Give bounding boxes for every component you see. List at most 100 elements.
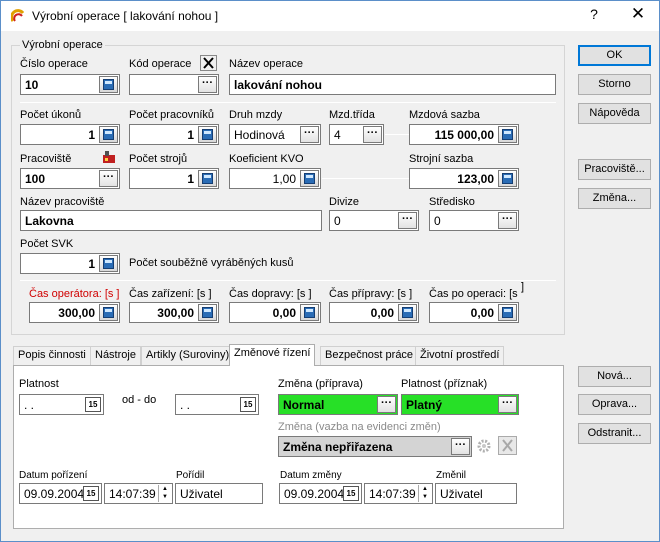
browse-dots-icon[interactable]: ···	[398, 212, 417, 229]
mzdova-sazba-field[interactable]: 115 000,00	[409, 124, 519, 145]
separator	[20, 102, 556, 103]
platnost-to-field[interactable]: . . 15	[175, 394, 259, 415]
workplace-icon[interactable]	[102, 150, 117, 164]
calendar-icon[interactable]: 15	[83, 486, 99, 501]
divize-value: 0	[334, 214, 341, 228]
poridil-field[interactable]: Uživatel	[175, 483, 263, 504]
pocet-pracovniku-field[interactable]: 1	[129, 124, 219, 145]
pocet-pracovniku-value: 1	[187, 128, 194, 142]
ok-button[interactable]: OK	[578, 45, 651, 66]
calculator-icon[interactable]	[99, 76, 118, 93]
calculator-icon[interactable]	[99, 126, 118, 143]
calculator-icon[interactable]	[300, 170, 319, 187]
platnost-from-field[interactable]: . . 15	[19, 394, 104, 415]
datum-zmeny-field[interactable]: 09.09.2004 15	[279, 483, 362, 504]
nazev-operace-field[interactable]: lakování nohou	[229, 74, 556, 95]
platnost-priznak-value: Platný	[406, 398, 443, 412]
calculator-icon[interactable]	[300, 304, 319, 321]
calculator-icon[interactable]	[498, 304, 517, 321]
pocet-svk-hint: Počet souběžně vyráběných kusů	[129, 257, 294, 269]
calculator-icon[interactable]	[398, 304, 417, 321]
calculator-icon[interactable]	[99, 304, 118, 321]
pocet-ukonu-field[interactable]: 1	[20, 124, 120, 145]
connector-line	[322, 178, 409, 179]
koeficient-kvo-field[interactable]: 1,00	[229, 168, 321, 189]
spinner-icon[interactable]: ▲ ▼	[158, 485, 171, 502]
calculator-icon[interactable]	[198, 170, 217, 187]
stredisko-field[interactable]: 0 ···	[429, 210, 519, 231]
cas-zarizeni-field[interactable]: 300,00	[129, 302, 219, 323]
pocet-stroju-label: Počet strojů	[129, 153, 188, 165]
storno-button[interactable]: Storno	[578, 74, 651, 95]
zmena-priprava-label: Změna (příprava)	[278, 378, 363, 390]
cas-po-operaci-field[interactable]: 0,00	[429, 302, 519, 323]
platnost-priznak-field[interactable]: Platný ···	[401, 394, 519, 415]
zmena-vazba-value: Změna nepřiřazena	[283, 440, 393, 454]
napoveda-button[interactable]: Nápověda	[578, 103, 651, 124]
druh-mzdy-field[interactable]: Hodinová ···	[229, 124, 321, 145]
pocet-svk-field[interactable]: 1	[20, 253, 120, 274]
zmena-priprava-field[interactable]: Normal ···	[278, 394, 398, 415]
browse-dots-icon[interactable]: ···	[99, 170, 118, 187]
mzd-trida-field[interactable]: 4 ···	[329, 124, 384, 145]
nazev-operace-label: Název operace	[229, 58, 303, 70]
calendar-icon[interactable]: 15	[240, 397, 256, 412]
platnost-label: Platnost	[19, 378, 59, 390]
tab-bezpecnost-prace[interactable]: Bezpečnost práce	[320, 346, 419, 365]
calendar-icon[interactable]: 15	[343, 486, 359, 501]
tab-zmenove-rizeni[interactable]: Změnové řízení	[229, 344, 316, 366]
oprava-button[interactable]: Oprava...	[578, 394, 651, 415]
tab-artikly[interactable]: Artikly (Suroviny)	[141, 346, 235, 365]
gear-icon[interactable]	[475, 437, 493, 455]
calculator-icon[interactable]	[198, 126, 217, 143]
nazev-pracoviste-field[interactable]: Lakovna	[20, 210, 322, 231]
tab-popis-cinnosti[interactable]: Popis činnosti	[13, 346, 91, 365]
cas-operatora-field[interactable]: 300,00	[29, 302, 120, 323]
cas-porizeni-field[interactable]: 14:07:39 ▲ ▼	[104, 483, 173, 504]
zmena-vazba-field[interactable]: Změna nepřiřazena ···	[278, 436, 472, 457]
calculator-icon[interactable]	[99, 255, 118, 272]
tab-nastroje[interactable]: Nástroje	[90, 346, 141, 365]
pocet-svk-value: 1	[88, 257, 95, 271]
cas-operatora-value: 300,00	[58, 306, 95, 320]
cas-dopravy-field[interactable]: 0,00	[229, 302, 321, 323]
separator	[20, 280, 556, 281]
tab-zivotni-prostredi[interactable]: Životní prostředí	[415, 346, 505, 365]
cas-zmeny-value: 14:07:39	[369, 487, 416, 501]
zmena-priprava-value: Normal	[283, 398, 325, 412]
cas-zmeny-field[interactable]: 14:07:39 ▲ ▼	[364, 483, 433, 504]
pracoviste-button[interactable]: Pracoviště...	[578, 159, 651, 180]
datum-porizeni-field[interactable]: 09.09.2004 15	[19, 483, 102, 504]
zmena-button[interactable]: Změna...	[578, 188, 651, 209]
calculator-icon[interactable]	[498, 170, 517, 187]
cislo-operace-value: 10	[25, 78, 39, 92]
calculator-icon[interactable]	[198, 304, 217, 321]
strojni-sazba-field[interactable]: 123,00	[409, 168, 519, 189]
close-button[interactable]: ✕	[621, 4, 655, 26]
clear-x-icon[interactable]	[498, 436, 517, 455]
calculator-icon[interactable]	[498, 126, 517, 143]
browse-dots-icon[interactable]: ···	[363, 126, 382, 143]
pocet-stroju-field[interactable]: 1	[129, 168, 219, 189]
pracoviste-field[interactable]: 100 ···	[20, 168, 120, 189]
cislo-operace-field[interactable]: 10	[20, 74, 120, 95]
od-do-label: od - do	[120, 394, 159, 406]
bracket-mark: ]	[521, 281, 525, 293]
zmenil-field[interactable]: Uživatel	[435, 483, 517, 504]
browse-dots-icon[interactable]: ···	[498, 396, 517, 413]
clear-x-icon[interactable]	[200, 55, 217, 71]
cas-pripravy-field[interactable]: 0,00	[329, 302, 419, 323]
help-button[interactable]: ?	[579, 6, 609, 26]
odstranit-button[interactable]: Odstranit...	[578, 423, 651, 444]
browse-dots-icon[interactable]: ···	[300, 126, 319, 143]
calendar-icon[interactable]: 15	[85, 397, 101, 412]
nova-button[interactable]: Nová...	[578, 366, 651, 387]
cas-dopravy-value: 0,00	[272, 306, 296, 320]
spinner-icon[interactable]: ▲ ▼	[418, 485, 431, 502]
browse-dots-icon[interactable]: ···	[498, 212, 517, 229]
divize-field[interactable]: 0 ···	[329, 210, 419, 231]
browse-dots-icon[interactable]: ···	[377, 396, 396, 413]
browse-dots-icon[interactable]: ···	[198, 76, 217, 93]
browse-dots-icon[interactable]: ···	[451, 438, 470, 455]
kod-operace-field[interactable]: ···	[129, 74, 219, 95]
